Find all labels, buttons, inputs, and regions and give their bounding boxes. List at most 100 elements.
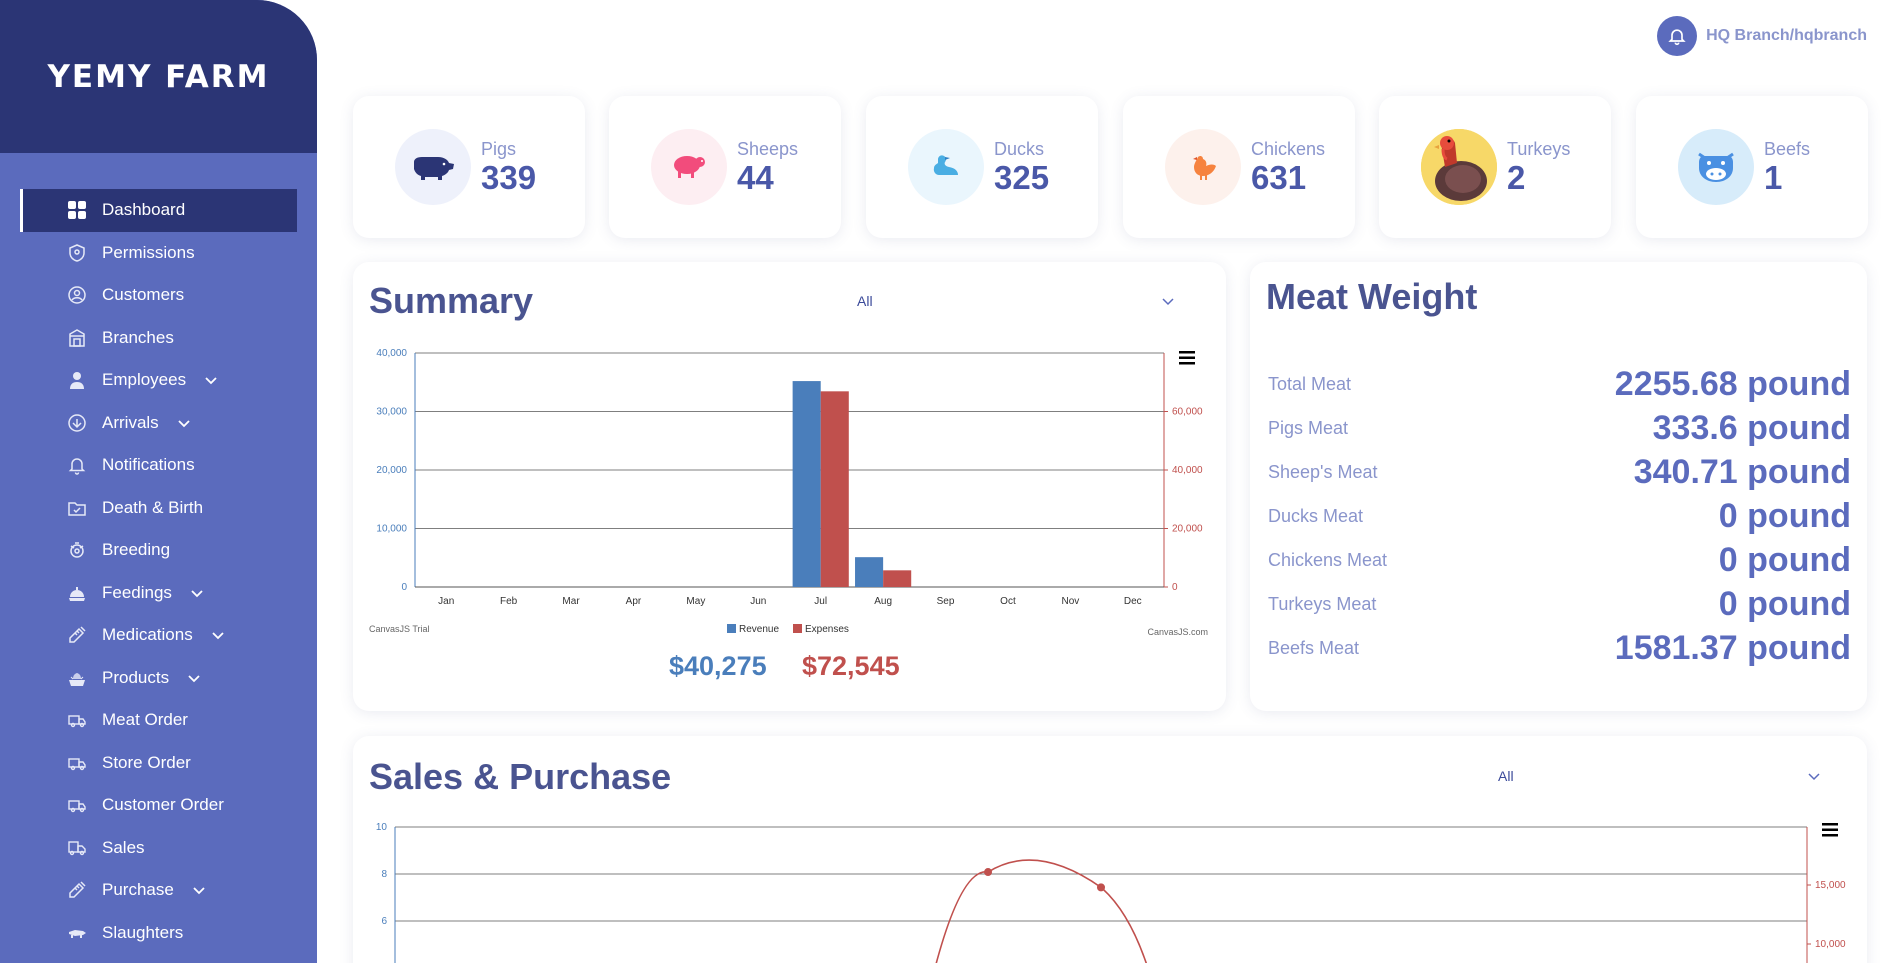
products-icon	[66, 667, 88, 689]
meat-value: 333.6 pound	[1652, 408, 1851, 447]
pig-icon	[395, 129, 471, 205]
sidebar-item-products[interactable]: Products	[20, 657, 297, 700]
sidebar-item-label: Permissions	[102, 242, 195, 262]
chevron-down-icon[interactable]	[211, 628, 225, 642]
stat-card-ducks[interactable]: Ducks 325	[866, 96, 1098, 238]
sidebar-item-arrivals[interactable]: Arrivals	[20, 402, 297, 445]
sidebar-item-slaughters[interactable]: Slaughters	[20, 912, 297, 955]
sidebar-item-death-birth[interactable]: Death & Birth	[20, 487, 297, 530]
sidebar-item-sales[interactable]: Sales	[20, 827, 297, 870]
sales-purchase-panel: Sales & Purchase All 10 8 6 10,000 15,000	[353, 736, 1867, 963]
y-tick-label: 20,000	[376, 465, 407, 476]
sidebar-item-permissions[interactable]: Permissions	[20, 232, 297, 275]
stat-text: Pigs 339	[481, 138, 536, 196]
sidebar-item-breeding[interactable]: Breeding	[20, 529, 297, 572]
y2-tick-label: 40,000	[1172, 465, 1203, 476]
legend-expenses-swatch	[793, 624, 802, 633]
summary-panel: Summary All 0 10,000 20,000 30,000 40,000 0 20…	[353, 262, 1226, 711]
sidebar-item-label: Arrivals	[102, 412, 159, 432]
sidebar-item-label: Meat Order	[102, 710, 188, 730]
sidebar-item-store-order[interactable]: Store Order	[20, 742, 297, 785]
stat-card-chickens[interactable]: Chickens 631	[1123, 96, 1355, 238]
bell-icon	[66, 454, 88, 476]
chevron-down-icon[interactable]	[190, 586, 204, 600]
sidebar-item-customer-order[interactable]: Customer Order	[20, 784, 297, 827]
app-logo[interactable]: YEMY FARM	[47, 59, 269, 95]
sidebar: YEMY FARM Dashboard Permissions Customers B…	[0, 0, 317, 963]
sidebar-item-label: Branches	[102, 327, 174, 347]
sidebar-item-label: Death & Birth	[102, 497, 204, 517]
building-icon	[66, 327, 88, 349]
sidebar-header: YEMY FARM	[0, 0, 317, 153]
sidebar-item-label: Products	[102, 667, 170, 687]
stat-card-beefs[interactable]: Beefs 1	[1636, 96, 1868, 238]
y-tick-label: 10,000	[376, 524, 407, 535]
sidebar-item-purchase[interactable]: Purchase	[20, 869, 297, 912]
chevron-down-icon[interactable]	[204, 373, 218, 387]
x-tick-label: Dec	[1124, 596, 1142, 607]
duck-icon	[908, 129, 984, 205]
meat-label: Chickens Meat	[1268, 549, 1388, 570]
sidebar-item-branches[interactable]: Branches	[20, 317, 297, 360]
y-tick-label: 10	[376, 822, 388, 833]
user-circle-icon	[66, 284, 88, 306]
stat-text: Chickens 631	[1251, 138, 1325, 196]
stat-label: Sheeps	[737, 139, 799, 159]
stat-card-turkeys[interactable]: Turkeys 2	[1379, 96, 1611, 238]
meat-label: Total Meat	[1268, 373, 1352, 394]
notification-bell-icon[interactable]	[1657, 16, 1698, 56]
sidebar-item-feedings[interactable]: Feedings	[20, 572, 297, 615]
x-tick-label: Apr	[626, 596, 642, 607]
stat-card-pigs[interactable]: Pigs 339	[353, 96, 585, 238]
sales-line-chart: 10 8 6 10,000 15,000	[376, 822, 1846, 963]
arrow-circle-icon	[66, 412, 88, 434]
stat-value: 631	[1251, 159, 1307, 196]
sidebar-item-label: Employees	[102, 370, 187, 390]
truck-icon	[66, 794, 88, 816]
stat-label: Beefs	[1764, 139, 1811, 159]
sales-point	[984, 868, 993, 877]
meat-value: 0 pound	[1718, 540, 1851, 579]
stat-label: Ducks	[994, 139, 1045, 159]
chevron-down-icon[interactable]	[192, 883, 206, 897]
truck-icon	[66, 709, 88, 731]
stat-card-sheeps[interactable]: Sheeps 44	[609, 96, 841, 238]
sidebar-item-medications[interactable]: Medications	[20, 614, 297, 657]
stat-value: 325	[994, 159, 1050, 196]
user-menu[interactable]: HQ Branch/hqbranch	[1657, 16, 1867, 56]
x-tick-label: Aug	[874, 596, 892, 607]
expenses-bar	[820, 391, 849, 587]
total-expenses: $72,545	[802, 651, 900, 681]
y2-tick-label: 15,000	[1815, 880, 1846, 891]
user-name[interactable]: HQ Branch/hqbranch	[1706, 27, 1867, 45]
sales-point	[1097, 883, 1105, 892]
stat-text: Sheeps 44	[737, 138, 798, 196]
cow-icon	[1678, 129, 1754, 205]
sidebar-item-label: Sales	[102, 837, 145, 857]
meat-value: 2255.68 pound	[1614, 364, 1851, 403]
sales-line	[935, 859, 1148, 963]
sidebar-item-notifications[interactable]: Notifications	[20, 444, 297, 487]
turkey-icon	[1421, 129, 1497, 205]
x-tick-label: Feb	[500, 596, 518, 607]
meat-value: 1581.37 pound	[1614, 628, 1851, 667]
legend-expenses-label: Expenses	[805, 624, 849, 635]
folder-icon	[66, 497, 88, 519]
sidebar-item-label: Store Order	[102, 752, 191, 772]
meat-row: Total Meat 2255.68 pound	[1268, 364, 1851, 404]
sidebar-item-meat-order[interactable]: Meat Order	[20, 699, 297, 742]
sidebar-item-customers[interactable]: Customers	[20, 274, 297, 317]
y2-tick-label: 20,000	[1172, 524, 1203, 535]
stat-label: Pigs	[481, 139, 517, 159]
stat-text: Turkeys 2	[1507, 138, 1570, 196]
chevron-down-icon[interactable]	[187, 671, 201, 685]
meat-label: Sheep's Meat	[1268, 461, 1378, 482]
y2-tick-label: 60,000	[1172, 407, 1203, 418]
sidebar-item-employees[interactable]: Employees	[20, 359, 297, 402]
meat-value: 0 pound	[1718, 584, 1851, 623]
revenue-bar	[855, 557, 884, 587]
chevron-down-icon[interactable]	[177, 416, 191, 430]
sidebar-item-dashboard[interactable]: Dashboard	[20, 189, 297, 232]
legend-revenue-swatch	[727, 624, 736, 633]
total-revenue: $40,275	[669, 651, 767, 681]
